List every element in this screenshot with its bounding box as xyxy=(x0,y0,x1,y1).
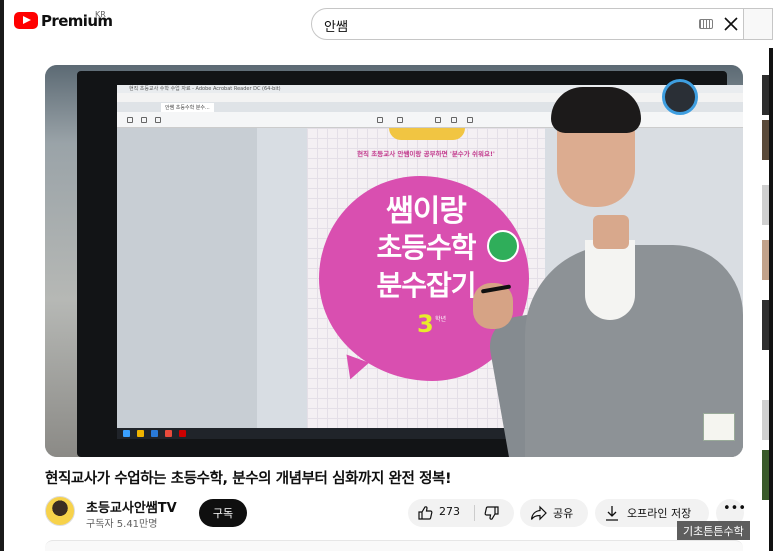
subscriber-count: 구독자 5.41만명 xyxy=(86,519,158,530)
share-icon xyxy=(530,505,547,521)
reader-toolbar xyxy=(117,112,743,128)
thumbs-down-icon[interactable] xyxy=(484,505,500,521)
cover-grade: 3 xyxy=(417,310,434,338)
share-label: 공유 xyxy=(553,507,574,520)
channel-avatar[interactable] xyxy=(45,496,75,526)
like-divider xyxy=(474,505,475,521)
masthead: Premium KR xyxy=(4,0,773,48)
more-icon: ••• xyxy=(723,501,747,516)
channel-name[interactable]: 초등교사안쌤TV xyxy=(86,497,177,516)
taskbar-app-icon xyxy=(151,430,158,437)
reader-menubar: ▪▪▪▪▪ xyxy=(117,93,743,110)
offline-save-label: 오프라인 저장 xyxy=(627,507,692,520)
search-input[interactable] xyxy=(324,15,684,35)
taskbar-app-icon xyxy=(179,430,186,437)
tooltip: 기초튼튼수학 xyxy=(677,521,750,540)
share-button[interactable]: 공유 xyxy=(520,499,588,527)
taskbar-app-icon xyxy=(165,430,172,437)
reader-tab: 안쌤 초등수학 분수... xyxy=(161,103,214,112)
reader-titlebar: 현직 초등교사 수학 수업 자료 - Adobe Acrobat Reader … xyxy=(117,85,743,93)
scrollbar[interactable] xyxy=(769,48,773,551)
keyboard-icon[interactable] xyxy=(699,19,713,29)
like-count: 273 xyxy=(439,505,460,518)
thumbs-up-icon xyxy=(418,506,433,520)
like-button[interactable]: 273 xyxy=(408,499,474,527)
cover-subtitle: 현직 초등교사 안쌤이랑 공부하면 '분수가 쉬워요!' xyxy=(357,150,495,158)
window-edge xyxy=(0,0,4,551)
region-code: KR xyxy=(95,10,106,19)
toolbar-icon xyxy=(127,117,133,123)
toolbar-icon xyxy=(397,117,403,123)
reader-left-pane xyxy=(117,128,257,428)
cover-top-band xyxy=(389,128,465,140)
toolbar-icon xyxy=(141,117,147,123)
search-button[interactable] xyxy=(744,8,773,40)
toolbar-icon xyxy=(467,117,473,123)
toolbar-icon xyxy=(451,117,457,123)
toolbar-icon xyxy=(155,117,161,123)
like-dislike-group: 273 xyxy=(408,499,514,527)
reader-tabbar: 안쌤 초등수학 분수... xyxy=(117,102,743,112)
toolbar-icon xyxy=(435,117,441,123)
description-box-edge[interactable] xyxy=(45,540,743,551)
channel-watermark xyxy=(703,413,735,441)
start-icon xyxy=(123,430,130,437)
search-box[interactable] xyxy=(311,8,744,40)
video-title: 현직교사가 수업하는 초등수학, 분수의 개념부터 심화까지 완전 정복! xyxy=(45,471,452,487)
download-icon xyxy=(606,506,618,521)
video-player[interactable]: 현직 초등교사 수학 수업 자료 - Adobe Acrobat Reader … xyxy=(45,65,743,457)
presenter-hair xyxy=(551,87,641,133)
toolbar-icon xyxy=(377,117,383,123)
presenter-neck xyxy=(593,215,629,249)
close-icon[interactable] xyxy=(722,15,740,33)
youtube-logo-icon[interactable] xyxy=(14,12,38,29)
cover-badge xyxy=(487,230,519,262)
reader-window-title: 현직 초등교사 수학 수업 자료 - Adobe Acrobat Reader … xyxy=(129,86,281,92)
cover-title-line-1: 쌤이랑 xyxy=(386,194,467,229)
youtube-watch-page: Premium KR 현직 초등교사 수학 수업 자료 - Adobe Acro… xyxy=(0,0,773,551)
presenter-shirt xyxy=(585,240,635,320)
whiteboard-widget-icon xyxy=(662,79,698,115)
cover-grade-suffix: 학년 xyxy=(435,316,447,323)
taskbar-app-icon xyxy=(137,430,144,437)
subscribe-button[interactable]: 구독 xyxy=(199,499,247,527)
